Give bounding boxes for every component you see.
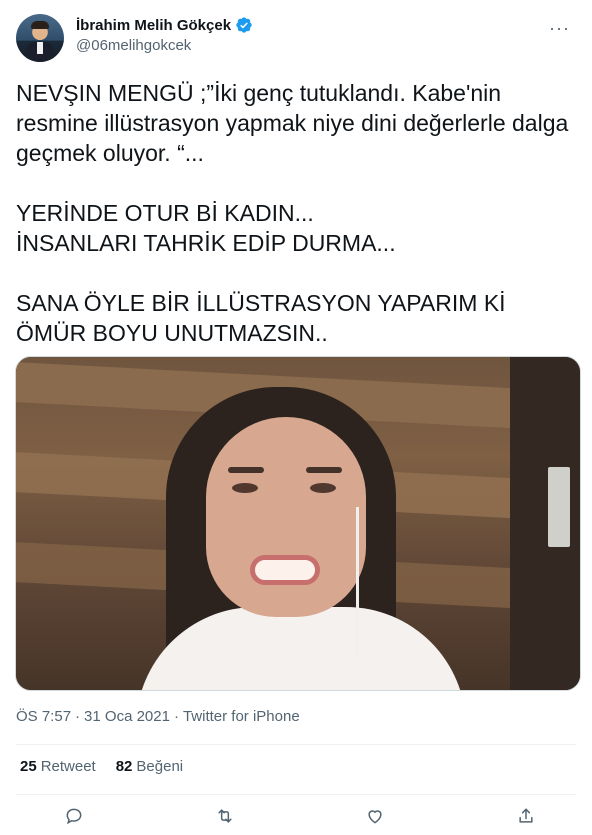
share-button[interactable]: [512, 802, 540, 830]
tweet-header: İbrahim Melih Gökçek @06melihgokcek ···: [16, 10, 576, 64]
likes-count: 82: [115, 758, 133, 775]
media-overlay: [16, 357, 580, 690]
meta-separator: ·: [75, 708, 81, 725]
tweet-actions: [60, 802, 540, 830]
like-button[interactable]: [361, 802, 389, 830]
retweets-label: Retweet: [40, 758, 96, 775]
author-display-name[interactable]: İbrahim Melih Gökçek: [76, 17, 231, 34]
tweet-media-image[interactable]: [15, 356, 581, 691]
tweet-paragraph: NEVŞIN MENGÜ ;”İki genç tutuklandı. Kabe…: [16, 80, 569, 166]
reply-icon: [66, 808, 82, 825]
likes-stat[interactable]: 82 Beğeni: [116, 758, 183, 775]
verified-badge-icon: [236, 17, 252, 33]
share-icon: [519, 808, 533, 823]
name-row: İbrahim Melih Gökçek: [76, 16, 253, 34]
retweet-icon: [218, 809, 232, 823]
meta-separator: ·: [173, 708, 179, 725]
retweets-count: 25: [20, 758, 37, 775]
like-icon: [368, 810, 382, 824]
tweet-text: NEVŞIN MENGÜ ;”İki genç tutuklandı. Kabe…: [16, 78, 581, 348]
tweet-paragraph: SANA ÖYLE BİR İLLÜSTRASYON YAPARIM Kİ ÖM…: [16, 290, 506, 346]
reply-button[interactable]: [60, 802, 88, 830]
author-info: İbrahim Melih Gökçek @06melihgokcek: [76, 16, 253, 54]
avatar-shirt: [37, 42, 43, 54]
more-horizontal-icon[interactable]: ···: [549, 18, 570, 39]
retweet-button[interactable]: [211, 802, 239, 830]
tweet-stats: 25 Retweet 82 Beğeni: [20, 758, 183, 775]
divider: [16, 744, 576, 745]
avatar[interactable]: [16, 14, 64, 62]
author-handle[interactable]: @06melihgokcek: [76, 37, 253, 54]
tweet-date[interactable]: 31 Oca 2021: [84, 708, 170, 725]
retweets-stat[interactable]: 25 Retweet: [20, 758, 96, 775]
likes-label: Beğeni: [136, 758, 184, 775]
divider: [16, 794, 576, 795]
tweet-time[interactable]: ÖS 7:57: [16, 708, 71, 725]
tweet-paragraph: YERİNDE OTUR Bİ KADIN... İNSANLARI TAHRİ…: [16, 200, 396, 256]
tweet-meta: ÖS 7:57 · 31 Oca 2021 · Twitter for iPho…: [16, 708, 300, 725]
tweet-source[interactable]: Twitter for iPhone: [183, 708, 300, 725]
avatar-hair: [31, 21, 49, 29]
